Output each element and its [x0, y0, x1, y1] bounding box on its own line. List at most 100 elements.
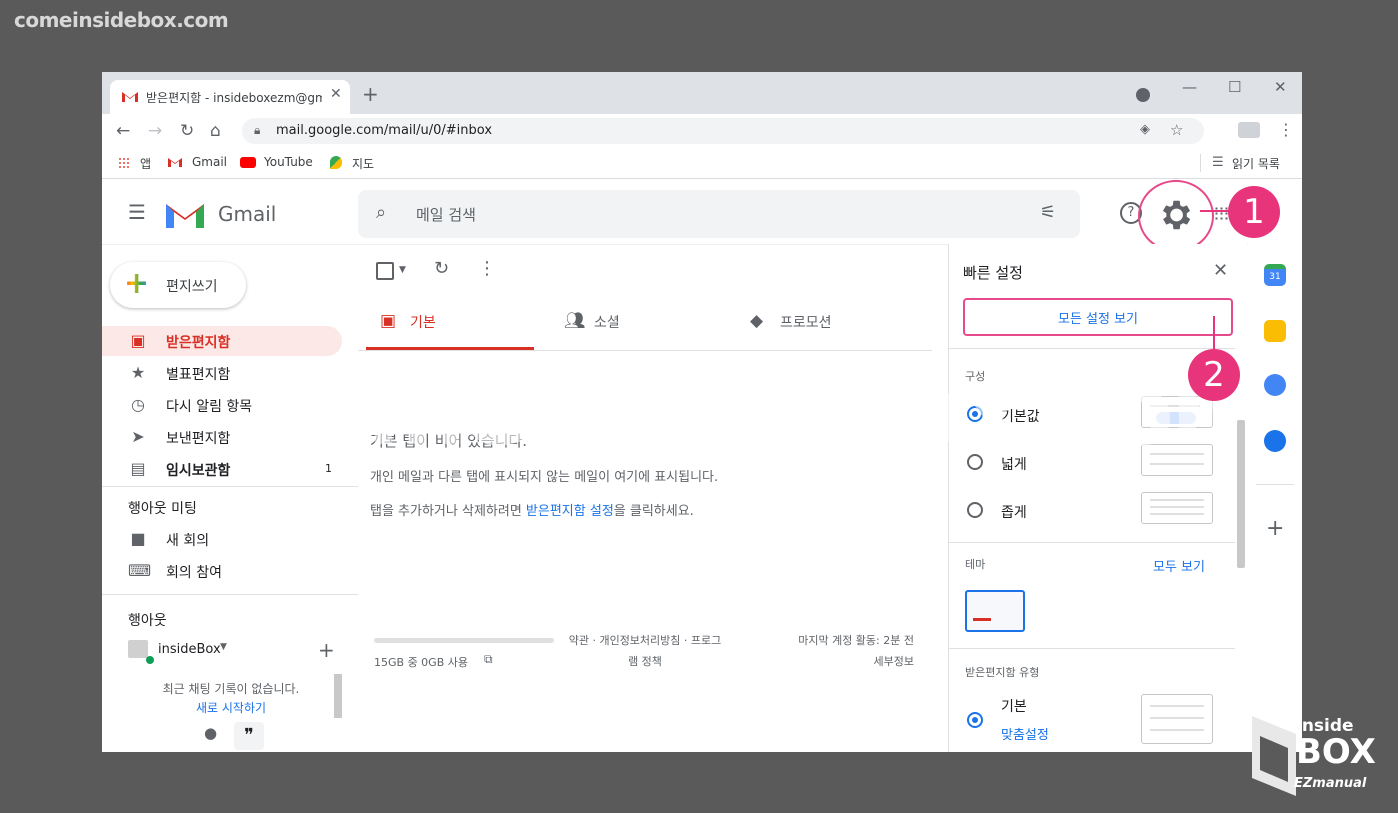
new-tab-button[interactable]: + [362, 82, 379, 106]
url-text: mail.google.com/mail/u/0/#inbox [276, 123, 493, 138]
star-icon: ★ [130, 363, 146, 382]
settings-gear-icon[interactable] [1156, 196, 1194, 234]
forward-icon[interactable]: → [148, 121, 162, 141]
address-bar[interactable]: 🔒︎ mail.google.com/mail/u/0/#inbox ☆ ◈ [242, 118, 1204, 144]
inbox-customize-link[interactable]: 맞춤설정 [1001, 724, 1049, 743]
activity-details-link[interactable]: 세부정보 [754, 653, 914, 669]
qs-divider [949, 542, 1235, 543]
inbox-type-radio[interactable] [967, 712, 983, 728]
browser-toolbar: ← → ↻ ⌂ 🔒︎ mail.google.com/mail/u/0/#inb… [102, 114, 1302, 148]
bookmark-maps[interactable]: 지도 [352, 155, 374, 172]
search-icon[interactable]: ⌕ [376, 202, 386, 223]
nav-inbox[interactable]: ▣ 받은편지함 [102, 326, 342, 356]
last-activity: 마지막 계정 활동: 2분 전 [798, 634, 914, 647]
hangouts-scrollbar[interactable] [334, 674, 342, 718]
bookmark-youtube[interactable]: YouTube [264, 155, 313, 169]
profile-dropdown-icon[interactable] [1136, 88, 1150, 102]
tag-icon: ◆ [750, 311, 764, 331]
theme-thumbnail[interactable] [965, 590, 1025, 632]
density-compact-radio[interactable] [967, 502, 983, 518]
meet-join-meeting[interactable]: ⌨ 회의 참여 [102, 556, 342, 586]
inbox-tab-icon: ▣ [380, 311, 397, 331]
keep-icon[interactable] [1264, 320, 1286, 342]
extension-icon[interactable]: ◈ [1140, 122, 1150, 137]
preview-line [1150, 499, 1204, 501]
start-chat-link[interactable]: 새로 시작하기 [126, 699, 336, 716]
minimize-icon[interactable]: — [1182, 78, 1197, 96]
close-tab-icon[interactable]: ✕ [330, 86, 342, 102]
close-panel-icon[interactable]: ✕ [1213, 260, 1228, 281]
compose-label: 편지쓰기 [166, 279, 218, 295]
meet-new-meeting[interactable]: ■ 새 회의 [102, 524, 342, 554]
nav-sent-label: 보낸편지함 [166, 431, 231, 447]
sidebar-divider [102, 486, 358, 487]
keyboard-icon: ⌨ [128, 561, 152, 580]
hangouts-header: 행아웃 [128, 613, 167, 629]
hangouts-quote-icon[interactable]: ❞ [234, 722, 264, 750]
hangouts-avatar [128, 640, 148, 658]
refresh-icon[interactable]: ↻ [434, 258, 449, 279]
tab-social[interactable]: 👥︎ 소셜 [550, 294, 718, 350]
more-options-icon[interactable]: ⋮ [478, 258, 496, 279]
add-addon-icon[interactable]: + [1266, 516, 1284, 541]
gmail-favicon-icon [122, 92, 138, 102]
calendar-icon[interactable]: 31 [1264, 264, 1286, 286]
all-settings-button[interactable]: 모든 설정 보기 [963, 298, 1233, 336]
bookmark-star-icon[interactable]: ☆ [1170, 121, 1183, 139]
main-menu-icon[interactable]: ☰ [128, 200, 146, 224]
select-dropdown-icon[interactable]: ▼ [399, 265, 406, 275]
terms-line1[interactable]: 약관 · 개인정보처리방침 · 프로그 [554, 632, 736, 648]
qs-divider [949, 348, 1235, 349]
tab-strip: 받은편지함 - insideboxezm@gm ✕ + — ☐ ✕ [102, 72, 1302, 114]
quick-settings-panel: 빠른 설정 ✕ 모든 설정 보기 구성 기본값 넓게 좁게 테마 모두 보기 받… [948, 244, 1247, 752]
apps-icon[interactable] [1214, 206, 1228, 220]
open-storage-icon[interactable]: ⧉ [484, 652, 493, 667]
account-avatar-icon[interactable] [1238, 122, 1260, 138]
empty-line2-prefix: 탭을 추가하거나 삭제하려면 [370, 504, 526, 519]
step-badge-2: 2 [1188, 349, 1240, 401]
bookmark-gmail[interactable]: Gmail [192, 155, 227, 169]
select-all-checkbox[interactable] [376, 262, 394, 280]
inbox-settings-link[interactable]: 받은편지함 설정 [526, 504, 614, 519]
search-options-icon[interactable]: ⚟ [1040, 202, 1056, 223]
reading-list[interactable]: 읽기 목록 [1232, 155, 1280, 172]
browser-tab-inbox[interactable]: 받은편지함 - insideboxezm@gm ✕ [110, 80, 350, 114]
add-chat-icon[interactable]: + [318, 638, 335, 662]
tab-promotions[interactable]: ◆ 프로모션 [736, 294, 904, 350]
home-icon[interactable]: ⌂ [210, 121, 221, 141]
qs-divider [949, 648, 1235, 649]
contacts-person-icon[interactable]: ● [204, 724, 217, 742]
clock-icon: ◷ [131, 395, 145, 414]
hangouts-user[interactable]: insideBox [158, 642, 221, 657]
logo-box-icon [1252, 716, 1296, 796]
terms-line2[interactable]: 램 정책 [554, 653, 736, 669]
category-tabs: ▣ 기본 👥︎ 소셜 ◆ 프로모션 [358, 294, 932, 351]
menu-kebab-icon[interactable]: ⋮ [1278, 120, 1294, 139]
tab-primary[interactable]: ▣ 기본 [366, 294, 534, 350]
empty-line1: 개인 메일과 다른 탭에 표시되지 않는 메일이 여기에 표시됩니다. [370, 470, 719, 485]
nav-inbox-label: 받은편지함 [166, 335, 231, 351]
compose-button[interactable]: + 편지쓰기 [110, 262, 246, 308]
bookmarks-divider [1200, 154, 1201, 172]
back-icon[interactable]: ← [116, 121, 130, 141]
reading-list-icon: ☰ [1212, 155, 1224, 170]
reload-icon[interactable]: ↻ [180, 121, 194, 141]
nav-snoozed-label: 다시 알림 항목 [166, 399, 253, 415]
all-settings-label: 모든 설정 보기 [1057, 312, 1139, 327]
storage-text: 15GB 중 0GB 사용 [374, 656, 468, 669]
maximize-icon[interactable]: ☐ [1228, 78, 1241, 96]
logo-ezmanual: EZmanual [1294, 776, 1367, 791]
meet-new-label: 새 회의 [166, 533, 210, 549]
tab-promotions-label: 프로모션 [780, 315, 832, 331]
hangouts-empty-box: 최근 채팅 기록이 없습니다. 새로 시작하기 [126, 674, 342, 718]
gmail-wordmark: Gmail [218, 202, 277, 226]
tab-social-label: 소셜 [594, 315, 620, 331]
bookmark-apps[interactable]: 앱 [140, 155, 151, 172]
draft-icon: ▤ [130, 459, 146, 478]
user-dropdown-icon[interactable]: ▼ [220, 642, 227, 652]
window-close-icon[interactable]: ✕ [1274, 78, 1287, 96]
mail-search-bar[interactable]: ⌕ 메일 검색 ⚟ [358, 190, 1080, 238]
tab-primary-label: 기본 [410, 315, 436, 331]
preview-line [1150, 729, 1204, 731]
theme-view-all-link[interactable]: 모두 보기 [1153, 556, 1205, 575]
